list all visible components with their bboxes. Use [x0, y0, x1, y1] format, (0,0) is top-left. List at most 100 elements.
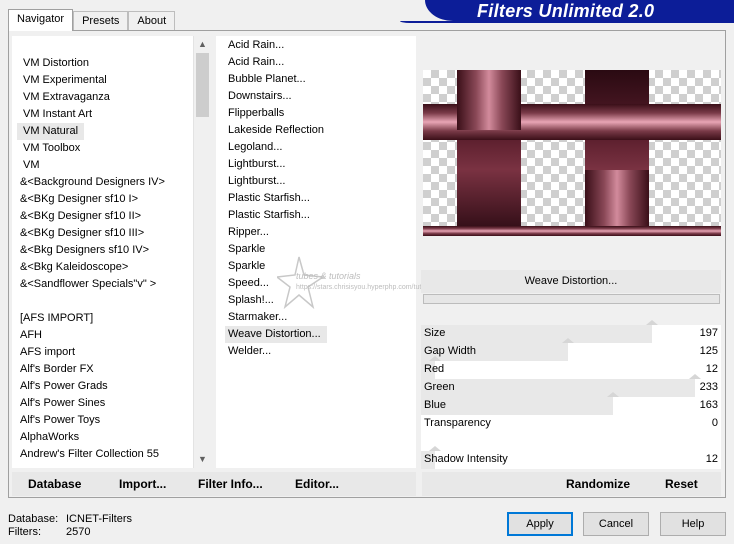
param-value: 12 — [705, 363, 718, 375]
progress-bar — [423, 294, 720, 304]
filter-item[interactable]: Sparkle — [228, 258, 265, 275]
slider-thumb[interactable] — [607, 392, 619, 397]
weave-strand-horizontal — [423, 226, 721, 236]
param-name: Blue — [424, 399, 447, 411]
category-item[interactable]: VM Distortion — [23, 55, 89, 72]
tab-about[interactable]: About — [128, 11, 176, 31]
slider-fill — [421, 397, 613, 415]
param-value: 163 — [699, 399, 718, 411]
filter-item[interactable]: Lightburst... — [228, 156, 285, 173]
database-label: Database: — [8, 513, 59, 525]
filters-count-label: Filters: — [8, 526, 41, 538]
param-shadow-intensity-slider[interactable]: Shadow Intensity 12 — [421, 446, 721, 469]
category-item[interactable]: [AFS IMPORT] — [20, 310, 93, 327]
scroll-thumb[interactable] — [196, 53, 209, 117]
scroll-up-icon[interactable]: ▲ — [194, 36, 211, 53]
reset-button[interactable]: Reset — [665, 477, 698, 491]
weave-strand-over — [457, 70, 521, 130]
slider-thumb[interactable] — [429, 356, 441, 361]
category-item[interactable]: AlphaWorks — [20, 429, 79, 446]
category-item[interactable]: &<Background Designers IV> — [20, 174, 165, 191]
filter-item[interactable]: Sparkle — [228, 241, 265, 258]
editor-button[interactable]: Editor... — [295, 477, 339, 491]
watermark-text: tubes & tutorials — [296, 271, 361, 281]
category-item[interactable]: VM — [23, 157, 40, 174]
apply-button[interactable]: Apply — [507, 512, 573, 536]
param-name: Red — [424, 363, 445, 375]
filter-item[interactable]: Legoland... — [228, 139, 282, 156]
param-red-slider[interactable]: Red 12 — [421, 356, 721, 379]
category-item-selected[interactable]: VM Natural — [17, 123, 85, 140]
category-list[interactable]: VM Distortion VM Experimental VM Extrava… — [12, 36, 210, 468]
category-item[interactable]: VM Experimental — [23, 72, 107, 89]
filter-item[interactable]: Lakeside Reflection — [228, 122, 324, 139]
category-item[interactable]: Alf's Border FX — [20, 361, 94, 378]
filter-item[interactable]: Downstairs... — [228, 88, 292, 105]
param-toolbar: Randomize Reset — [422, 472, 721, 496]
list-toolbar: Database Import... Filter Info... Editor… — [12, 472, 416, 496]
filter-item-selected[interactable]: Weave Distortion... — [225, 326, 327, 343]
scroll-down-icon[interactable]: ▼ — [194, 451, 211, 468]
filter-item[interactable]: Plastic Starfish... — [228, 207, 310, 224]
slider-fill — [421, 325, 652, 343]
category-item[interactable]: VM Toolbox — [23, 140, 80, 157]
category-item[interactable]: Alf's Power Toys — [20, 412, 100, 429]
category-item[interactable]: &<Sandflower Specials"v" > — [20, 276, 156, 293]
filter-info-button[interactable]: Filter Info... — [198, 477, 263, 491]
database-value: ICNET-Filters — [66, 513, 132, 525]
slider-thumb[interactable] — [689, 374, 701, 379]
param-green-slider[interactable]: Green 233 — [421, 374, 721, 397]
category-scrollbar[interactable]: ▲ ▼ — [193, 36, 210, 468]
category-item[interactable]: &<Bkg Kaleidoscope> — [20, 259, 128, 276]
filter-item[interactable]: Plastic Starfish... — [228, 190, 310, 207]
slider-thumb[interactable] — [562, 338, 574, 343]
param-value: 125 — [699, 345, 718, 357]
category-item[interactable]: VM Extravaganza — [23, 89, 110, 106]
selected-filter-label: Weave Distortion... — [421, 270, 721, 293]
weave-strand-over — [585, 170, 649, 230]
filter-item[interactable]: Flipperballs — [228, 105, 284, 122]
banner-stripe — [400, 21, 734, 23]
param-gap-width-slider[interactable]: Gap Width 125 — [421, 338, 721, 361]
tab-strip: Navigator Presets About — [8, 9, 176, 31]
filter-item[interactable]: Bubble Planet... — [228, 71, 306, 88]
database-button[interactable]: Database — [28, 477, 81, 491]
filter-item[interactable]: Speed... — [228, 275, 269, 292]
filter-list[interactable]: Acid Rain... Acid Rain... Bubble Planet.… — [216, 36, 416, 468]
param-name: Transparency — [424, 417, 491, 429]
param-name: Shadow Intensity — [424, 453, 508, 465]
category-item[interactable]: &<BKg Designer sf10 I> — [20, 191, 138, 208]
param-transparency-slider[interactable]: Transparency 0 — [421, 415, 721, 433]
param-name: Size — [424, 327, 446, 339]
param-value: 197 — [699, 327, 718, 339]
slider-thumb[interactable] — [646, 320, 658, 325]
category-item[interactable]: AFH — [20, 327, 42, 344]
slider-thumb[interactable] — [429, 446, 441, 451]
help-button[interactable]: Help — [660, 512, 726, 536]
param-blue-slider[interactable]: Blue 163 — [421, 392, 721, 415]
category-item[interactable]: AFS import — [20, 344, 75, 361]
filter-item[interactable]: Lightburst... — [228, 173, 285, 190]
preview-image — [423, 70, 721, 236]
randomize-button[interactable]: Randomize — [566, 477, 630, 491]
category-item[interactable]: Alf's Power Grads — [20, 378, 108, 395]
category-item[interactable]: Andrew's Filter Collection 55 — [20, 446, 159, 463]
param-empty-slider — [421, 433, 721, 451]
slider-track — [421, 361, 721, 379]
category-item[interactable]: Alf's Power Sines — [20, 395, 105, 412]
filter-item[interactable]: Welder... — [228, 343, 271, 360]
param-name: Green — [424, 381, 455, 393]
filter-item[interactable]: Acid Rain... — [228, 37, 284, 54]
tab-presets[interactable]: Presets — [73, 11, 129, 31]
filter-item[interactable]: Splash!... — [228, 292, 274, 309]
category-item[interactable]: &<Bkg Designers sf10 IV> — [20, 242, 149, 259]
cancel-button[interactable]: Cancel — [583, 512, 649, 536]
import-button[interactable]: Import... — [119, 477, 166, 491]
slider-fill — [421, 379, 695, 397]
category-item[interactable]: &<BKg Designer sf10 III> — [20, 225, 144, 242]
category-item[interactable]: VM Instant Art — [23, 106, 92, 123]
tab-navigator[interactable]: Navigator — [8, 9, 74, 31]
category-item[interactable]: &<BKg Designer sf10 II> — [20, 208, 141, 225]
filter-item[interactable]: Acid Rain... — [228, 54, 284, 71]
filter-item[interactable]: Ripper... — [228, 224, 269, 241]
